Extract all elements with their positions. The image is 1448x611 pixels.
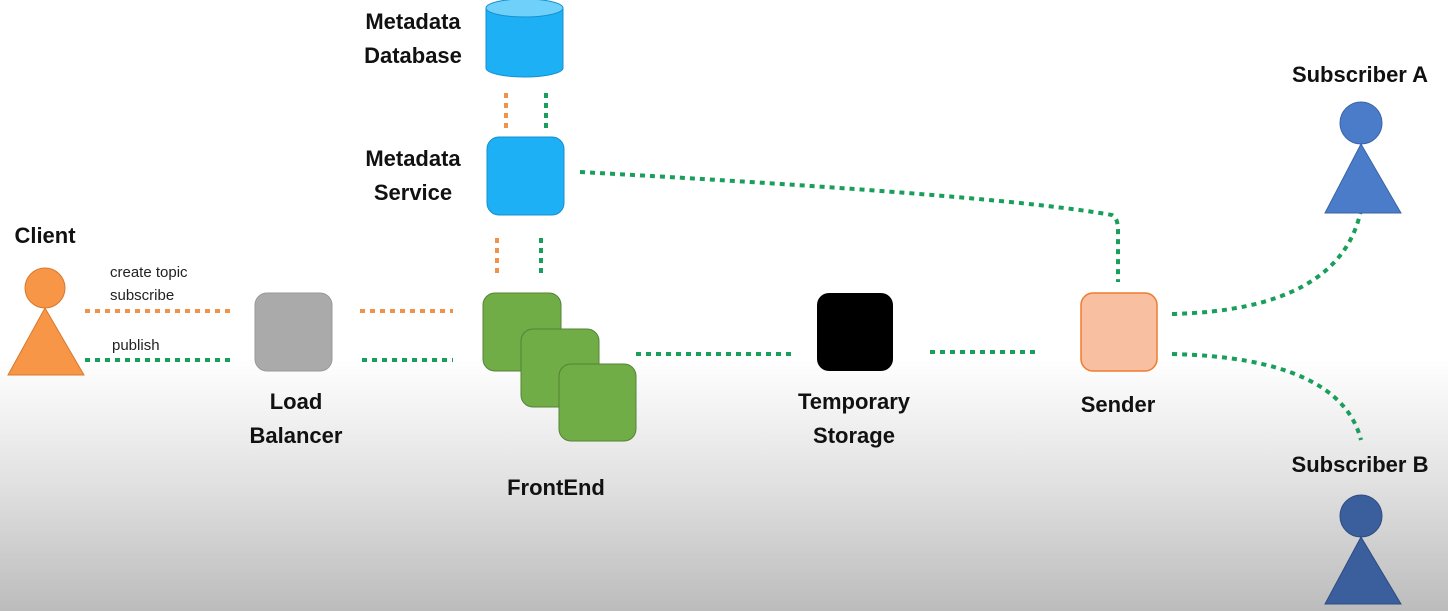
- load-balancer-label-1: Load: [270, 389, 323, 414]
- sender-label: Sender: [1081, 392, 1156, 417]
- frontend-node[interactable]: [482, 292, 637, 442]
- sender-node[interactable]: [1080, 292, 1158, 372]
- metadata-database-label-1: Metadata: [365, 9, 461, 34]
- publish-label: publish: [112, 337, 160, 354]
- metadata-database-node[interactable]: [485, 0, 564, 78]
- metadata-service-node[interactable]: [486, 136, 565, 216]
- frontend-label: FrontEnd: [507, 475, 605, 500]
- connectors: [85, 93, 1363, 441]
- subscribe-label: subscribe: [110, 287, 174, 304]
- temporary-storage-node[interactable]: [817, 293, 893, 371]
- create-topic-label: create topic: [110, 264, 188, 281]
- sender-subscriber-a-link: [1171, 209, 1363, 316]
- service-sender-link: [579, 170, 1120, 282]
- load-balancer-node[interactable]: [254, 292, 333, 372]
- client-person-icon[interactable]: [7, 267, 85, 376]
- client-label: Client: [14, 223, 76, 248]
- database-icon: [485, 7, 564, 78]
- subscriber-a-person-icon[interactable]: [1324, 101, 1402, 214]
- subscriber-b-label: Subscriber B: [1292, 452, 1429, 477]
- temporary-storage-label-2: Storage: [813, 423, 895, 448]
- load-balancer-label-2: Balancer: [250, 423, 343, 448]
- subscriber-b-person-icon[interactable]: [1324, 494, 1402, 605]
- temporary-storage-label-1: Temporary: [798, 389, 911, 414]
- diagram-canvas: create topic subscribe publish Metadata …: [7, 0, 1429, 605]
- metadata-database-label-2: Database: [364, 43, 462, 68]
- sender-subscriber-b-link: [1171, 352, 1363, 441]
- frontend-instance: [558, 363, 637, 442]
- metadata-service-label-1: Metadata: [365, 146, 461, 171]
- subscriber-a-label: Subscriber A: [1292, 62, 1428, 87]
- metadata-service-label-2: Service: [374, 180, 452, 205]
